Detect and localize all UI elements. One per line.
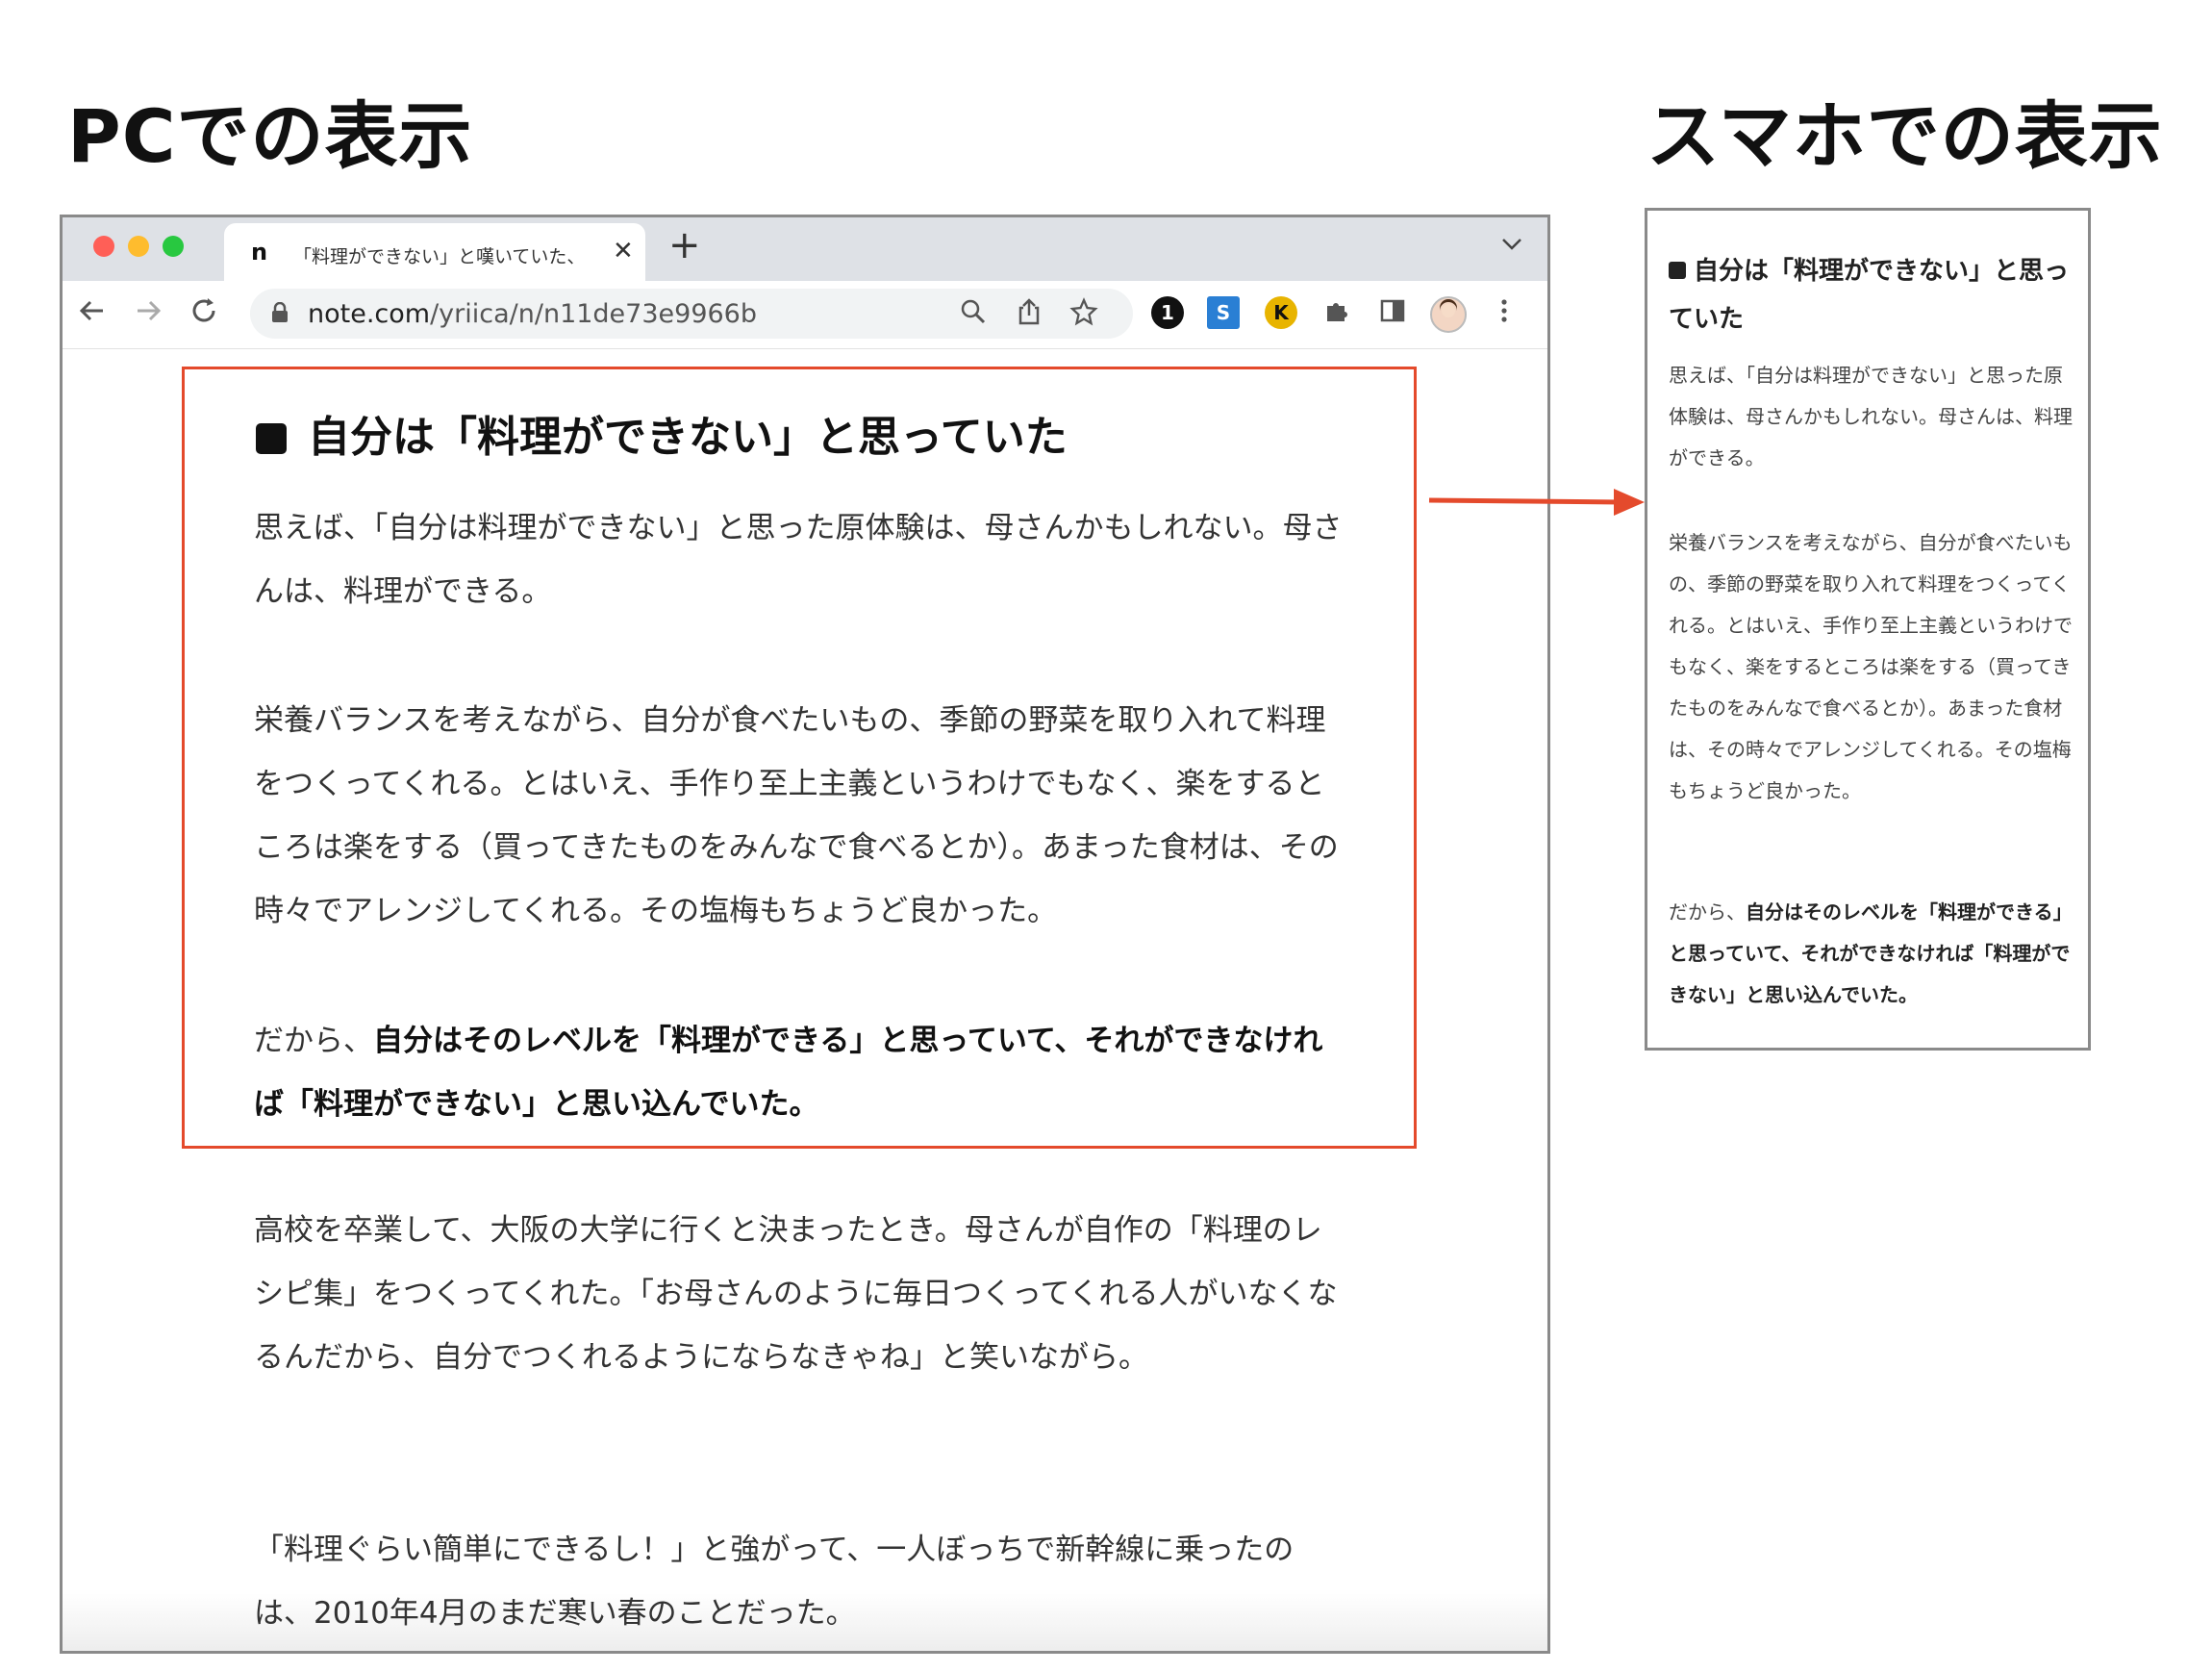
pc-paragraph-5: 「料理ぐらい簡単にできるし！」と強がって、一人ぼっちで新幹線に乗ったのは、201… xyxy=(254,1533,1295,1631)
tab-bar: n 「料理ができない」と嘆いていた、 ✕ + xyxy=(63,217,1547,281)
tab-active[interactable]: n 「料理ができない」と嘆いていた、 ✕ xyxy=(224,223,645,281)
zoom-icon[interactable] xyxy=(960,297,987,333)
extension-1password-icon[interactable]: 1 xyxy=(1151,296,1184,329)
new-tab-button[interactable]: + xyxy=(668,223,701,267)
profile-avatar-icon[interactable] xyxy=(1430,296,1467,333)
puzzle-icon[interactable] xyxy=(1320,296,1353,329)
share-icon[interactable] xyxy=(1016,297,1043,333)
smartphone-frame: 自分は「料理ができない」と思っていた 思えば、「自分は料理ができない」と思った原… xyxy=(1645,208,2091,1051)
minimize-window-button[interactable] xyxy=(128,236,149,257)
maximize-window-button[interactable] xyxy=(163,236,184,257)
note-favicon-icon: n xyxy=(251,239,268,266)
sp-paragraph-3: だから、自分はそのレベルを「料理ができる」と思っていて、それができなければ「料理… xyxy=(1669,900,2073,1006)
browser-toolbar: note.com/yriica/n/n11de73e9966b 1 S K xyxy=(63,281,1547,349)
extension-k-icon[interactable]: K xyxy=(1265,296,1297,329)
pc-article-heading: 自分は「料理ができない」と思っていた xyxy=(256,402,1068,464)
url-text[interactable]: note.com/yriica/n/n11de73e9966b xyxy=(308,299,757,329)
sidepanel-icon[interactable] xyxy=(1376,296,1409,329)
tab-title: 「料理ができない」と嘆いていた、 xyxy=(293,246,586,267)
square-bullet-icon xyxy=(1669,262,1686,279)
square-bullet-icon xyxy=(256,423,287,454)
forward-arrow-icon[interactable] xyxy=(132,294,164,335)
menu-dots-icon[interactable] xyxy=(1488,296,1521,329)
sp-article-heading: 自分は「料理ができない」と思っていた xyxy=(1669,257,2070,334)
smartphone-view-label: スマホでの表示 xyxy=(1646,93,2163,179)
pc-paragraph-2: 栄養バランスを考えながら、自分が食べたいもの、季節の野菜を取り入れて料理をつくっ… xyxy=(254,703,1339,928)
star-icon[interactable] xyxy=(1069,297,1098,333)
close-window-button[interactable] xyxy=(93,236,114,257)
chevron-down-icon[interactable] xyxy=(1501,233,1522,257)
pc-view-label: PCでの表示 xyxy=(67,93,473,179)
arrow-right-icon xyxy=(1428,489,1645,516)
lock-icon[interactable] xyxy=(271,301,289,328)
pc-paragraph-4: 高校を卒業して、大阪の大学に行くと決まったとき。母さんが自作の「料理のレシピ集」… xyxy=(254,1213,1338,1375)
back-arrow-icon[interactable] xyxy=(76,294,109,335)
pc-paragraph-1: 思えば、「自分は料理ができない」と思った原体験は、母さんかもしれない。母さんは、… xyxy=(254,511,1343,609)
reload-icon[interactable] xyxy=(188,294,220,335)
address-bar[interactable]: note.com/yriica/n/n11de73e9966b xyxy=(250,289,1133,339)
sp-paragraph-2: 栄養バランスを考えながら、自分が食べたいもの、季節の野菜を取り入れて料理をつくっ… xyxy=(1669,531,2073,802)
pc-paragraph-3: だから、自分はそのレベルを「料理ができる」と思っていて、それができなければ「料理… xyxy=(254,1024,1323,1122)
extension-s-icon[interactable]: S xyxy=(1207,296,1240,329)
tab-close-icon[interactable]: ✕ xyxy=(613,237,634,266)
url-path: /yriica/n/n11de73e9966b xyxy=(430,299,757,329)
url-domain: note.com xyxy=(308,299,431,329)
sp-paragraph-1: 思えば、「自分は料理ができない」と思った原体験は、母さんかもしれない。母さんは、… xyxy=(1669,364,2073,469)
